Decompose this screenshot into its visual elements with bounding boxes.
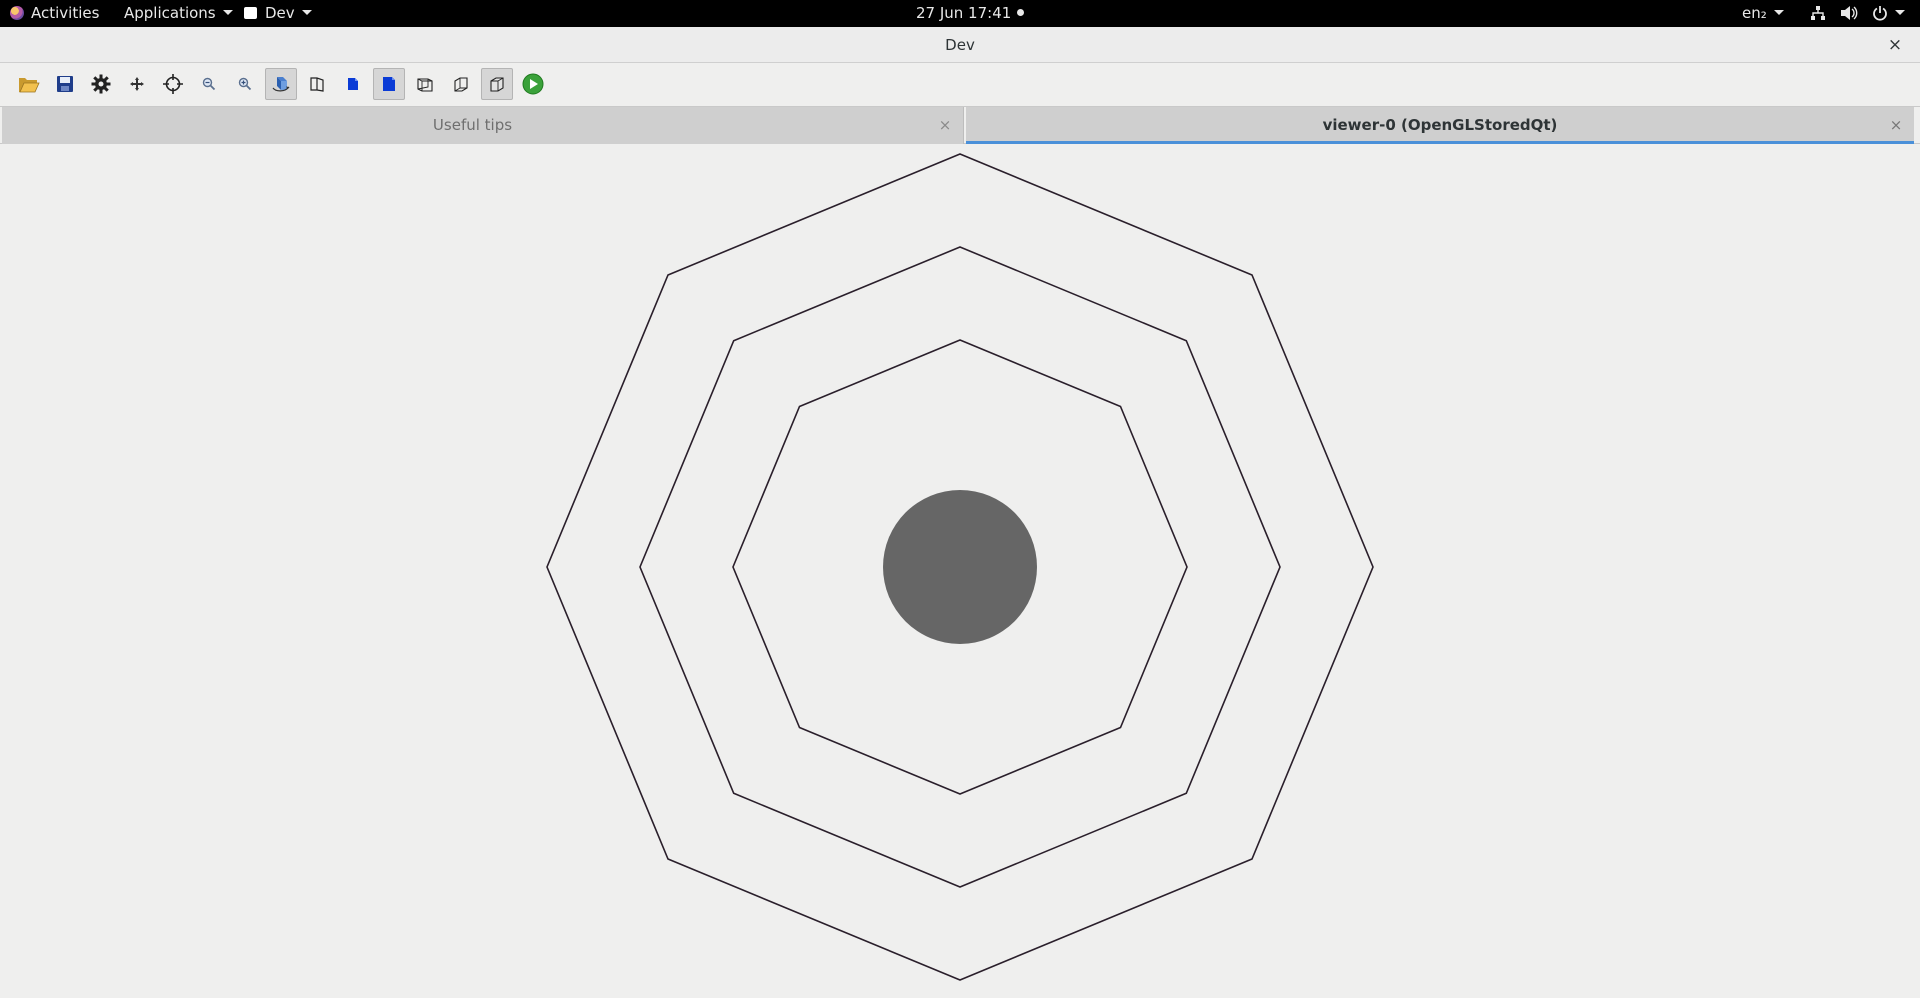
window-menu-label: Dev [265,4,295,22]
applications-label: Applications [124,4,216,22]
clock-label: 27 Jun 17:41 [916,4,1012,22]
activities-label: Activities [31,4,100,22]
power-icon [1873,6,1887,21]
open-folder-icon [19,78,40,93]
zoom-out-icon [202,77,216,91]
pick-target-button[interactable] [157,68,189,100]
move-arrows-icon [130,77,144,91]
opengl-viewer[interactable] [0,144,1920,994]
run-button[interactable] [517,68,549,100]
tab-viewer-0[interactable]: viewer-0 (OpenGLStoredQt) × [966,107,1914,144]
tab-close-button[interactable]: × [935,107,955,143]
tab-close-button[interactable]: × [1886,107,1906,143]
settings-gear-icon [91,74,111,94]
solid-mode-selected-button[interactable] [373,68,405,100]
rotate-view-icon [272,77,290,92]
tab-bar: Useful tips × viewer-0 (OpenGLStoredQt) … [0,106,1920,144]
network-icon [1811,6,1825,20]
zoom-in-icon [238,77,252,91]
input-source-menu[interactable]: en₂ [1742,0,1784,27]
solid-mode-button[interactable] [337,68,369,100]
wireframe-button[interactable] [409,68,441,100]
clock[interactable]: 27 Jun 17:41 [916,0,1025,27]
volume-icon [1841,6,1858,20]
hidden-line-button[interactable] [445,68,477,100]
hidden-line-icon [454,77,468,92]
tab-label: viewer-0 (OpenGLStoredQt) [1322,116,1558,134]
tab-useful-tips[interactable]: Useful tips × [2,107,964,144]
chevron-down-icon [301,10,312,15]
chevron-down-icon [1773,10,1784,15]
window-titlebar: Dev × [0,27,1920,63]
window-close-button[interactable]: × [1884,34,1906,56]
zoom-out-button[interactable] [193,68,225,100]
settings-button[interactable] [85,68,117,100]
applications-menu[interactable]: Applications [124,0,233,27]
system-status-area[interactable] [1810,0,1905,27]
window-icon [244,7,257,19]
activities-button[interactable]: Activities [10,0,99,27]
open-button[interactable] [13,68,45,100]
save-button[interactable] [49,68,81,100]
move-button[interactable] [121,68,153,100]
tab-label: Useful tips [432,116,513,134]
zoom-in-button[interactable] [229,68,261,100]
central-disk [883,490,1037,644]
gnome-logo-icon [10,6,24,20]
hidden-surface-button[interactable] [481,68,513,100]
save-icon [57,76,73,92]
language-label: en₂ [1742,4,1767,22]
target-crosshair-icon [163,74,183,94]
detector-scene[interactable] [0,144,1920,994]
chevron-down-icon [222,10,233,15]
hidden-surface-icon [490,77,504,92]
run-play-icon [522,73,544,95]
window-menu[interactable]: Dev [244,0,312,27]
perspective-button[interactable] [301,68,333,100]
wireframe-icon [417,78,433,92]
gnome-top-bar: Activities Applications Dev 27 Jun 17:41… [0,0,1920,27]
view-perspective-icon [310,77,324,92]
rotate-view-button[interactable] [265,68,297,100]
toolbar [0,63,1920,106]
solid-blue-selected-icon [383,77,395,91]
solid-blue-icon [348,78,358,90]
chevron-down-icon [1895,10,1905,15]
notification-dot-icon [1017,9,1025,16]
window-title: Dev [945,36,975,54]
